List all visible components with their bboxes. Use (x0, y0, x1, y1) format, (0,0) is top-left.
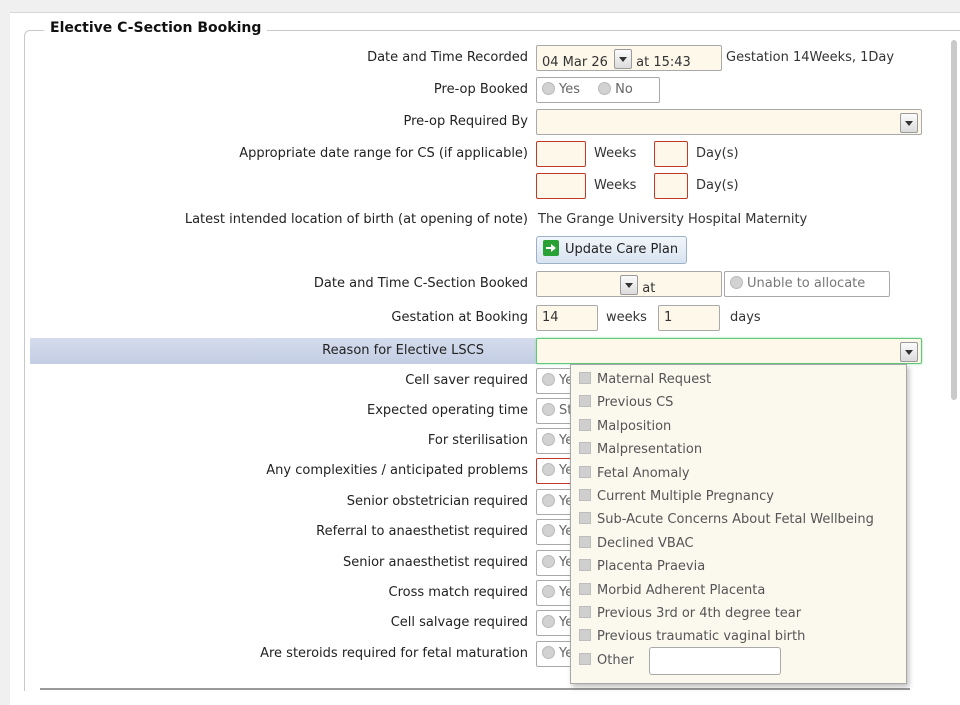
radio-no[interactable] (598, 82, 612, 95)
radio-icon (542, 646, 555, 659)
row-reason-lscs: Reason for Elective LSCS (30, 338, 922, 364)
option-other[interactable]: Other (571, 646, 906, 675)
checkbox-icon (579, 559, 591, 572)
checkbox-icon (579, 629, 591, 642)
radio-icon (542, 494, 555, 507)
option-current-multiple-pregnancy[interactable]: Current Multiple Pregnancy (571, 485, 906, 508)
radio-icon (542, 463, 555, 476)
toggle-icon (730, 276, 743, 289)
chevron-down-icon[interactable] (614, 49, 633, 69)
checkbox-icon (579, 512, 591, 525)
row-date-recorded: Date and Time Recorded 04 Mar 26 at 15:4… (0, 45, 960, 71)
update-care-plan-button[interactable]: Update Care Plan (536, 236, 688, 264)
weeks-unit: weeks (606, 310, 647, 325)
weeks-label-2: Weeks (594, 178, 637, 193)
horizontal-scrollbar[interactable] (40, 688, 910, 690)
option-morbid-adherent-placenta[interactable]: Morbid Adherent Placenta (571, 579, 906, 602)
unable-to-allocate-checkbox[interactable]: Unable to allocate (724, 271, 890, 297)
label-cs-booked: Date and Time C-Section Booked (313, 276, 528, 291)
preop-required-by-select[interactable] (536, 109, 922, 135)
gestation-days-input[interactable]: 1 (658, 305, 720, 331)
option-fetal-anomaly[interactable]: Fetal Anomaly (571, 462, 906, 485)
label-cross-match: Cross match required (388, 585, 528, 600)
checkbox-icon (579, 395, 591, 408)
reason-select[interactable] (536, 338, 922, 364)
weeks-label-1: Weeks (594, 146, 637, 161)
label-senior-anaesthetist: Senior anaesthetist required (343, 555, 528, 570)
label-sterilisation: For sterilisation (427, 433, 528, 448)
label-date-recorded: Date and Time Recorded (367, 50, 528, 65)
reason-dropdown-list[interactable]: Maternal Request Previous CS Malposition… (570, 364, 907, 684)
range-days-input-2[interactable] (654, 173, 688, 199)
label-date-range: Appropriate date range for CS (if applic… (239, 146, 528, 161)
checkbox-icon (579, 535, 591, 548)
location-value: The Grange University Hospital Maternity (538, 212, 808, 227)
label-cell-saver: Cell saver required (405, 373, 528, 388)
checkbox-icon (579, 652, 591, 665)
checkbox-icon (579, 442, 591, 455)
checkbox-icon (579, 372, 591, 384)
checkbox-icon (579, 605, 591, 618)
chevron-down-icon[interactable] (900, 113, 918, 133)
radio-icon (542, 555, 555, 568)
range-days-input-1[interactable] (654, 141, 688, 167)
radio-icon (542, 585, 555, 598)
checkbox-icon (579, 465, 591, 478)
label-operating-time: Expected operating time (366, 403, 528, 418)
option-previous-traumatic-birth[interactable]: Previous traumatic vaginal birth (571, 625, 906, 648)
days-unit: days (730, 310, 761, 325)
row-latest-location: Latest intended location of birth (at op… (0, 207, 960, 233)
option-maternal-request[interactable]: Maternal Request (571, 368, 906, 391)
chevron-down-icon[interactable] (620, 275, 639, 295)
row-preop-booked: Pre-op Booked Yes No (0, 77, 960, 103)
label-gestation-booking: Gestation at Booking (391, 310, 528, 325)
radio-icon (542, 433, 555, 446)
gestation-weeks-input[interactable]: 14 (536, 305, 598, 331)
option-placenta-praevia[interactable]: Placenta Praevia (571, 555, 906, 578)
radio-icon (542, 403, 555, 416)
option-sub-acute-concerns[interactable]: Sub-Acute Concerns About Fetal Wellbeing (571, 508, 906, 531)
label-cell-salvage: Cell salvage required (390, 615, 528, 630)
days-label-2: Day(s) (696, 178, 739, 193)
checkbox-icon (579, 582, 591, 595)
radio-icon (542, 615, 555, 628)
time-recorded-value: at 15:43 (636, 55, 691, 70)
range-weeks-input-2[interactable] (536, 173, 586, 199)
group-title: Elective C-Section Booking (44, 20, 268, 36)
label-preop-required-by: Pre-op Required By (403, 114, 528, 129)
label-senior-obstetrician: Senior obstetrician required (346, 494, 528, 509)
row-date-range-2: Weeks Day(s) (0, 173, 960, 199)
option-previous-tear[interactable]: Previous 3rd or 4th degree tear (571, 602, 906, 625)
date-recorded-field[interactable]: 04 Mar 26 at 15:43 (536, 45, 722, 71)
range-weeks-input-1[interactable] (536, 141, 586, 167)
row-cs-booked: Date and Time C-Section Booked at Unable… (0, 271, 960, 297)
other-text-input[interactable] (649, 646, 781, 675)
chevron-down-icon[interactable] (900, 342, 918, 362)
arrow-right-icon (543, 240, 559, 256)
cs-booked-at: at (642, 281, 656, 296)
row-date-range-1: Appropriate date range for CS (if applic… (0, 141, 960, 167)
row-preop-required-by: Pre-op Required By (0, 109, 960, 135)
radio-icon (542, 373, 555, 386)
label-steroids: Are steroids required for fetal maturati… (260, 646, 528, 661)
label-referral-anaesthetist: Referral to anaesthetist required (316, 524, 528, 539)
days-label-1: Day(s) (696, 146, 739, 161)
radio-yes[interactable] (542, 82, 555, 95)
cs-booked-datetime-field[interactable]: at (536, 271, 722, 297)
checkbox-icon (579, 488, 591, 501)
option-previous-cs[interactable]: Previous CS (571, 391, 906, 414)
row-gestation-booking: Gestation at Booking 14 weeks 1 days (0, 305, 960, 331)
option-malposition[interactable]: Malposition (571, 415, 906, 438)
gestation-text: Gestation 14Weeks, 1Day (726, 50, 895, 65)
date-recorded-value: 04 Mar 26 (542, 55, 608, 70)
checkbox-icon (579, 418, 591, 431)
label-complexities: Any complexities / anticipated problems (266, 463, 528, 478)
option-malpresentation[interactable]: Malpresentation (571, 438, 906, 461)
preop-booked-radio-group[interactable]: Yes No (536, 77, 660, 103)
radio-icon (542, 524, 555, 537)
label-latest-location: Latest intended location of birth (at op… (184, 212, 528, 227)
label-reason: Reason for Elective LSCS (322, 343, 484, 358)
label-preop-booked: Pre-op Booked (433, 82, 528, 97)
option-declined-vbac[interactable]: Declined VBAC (571, 532, 906, 555)
